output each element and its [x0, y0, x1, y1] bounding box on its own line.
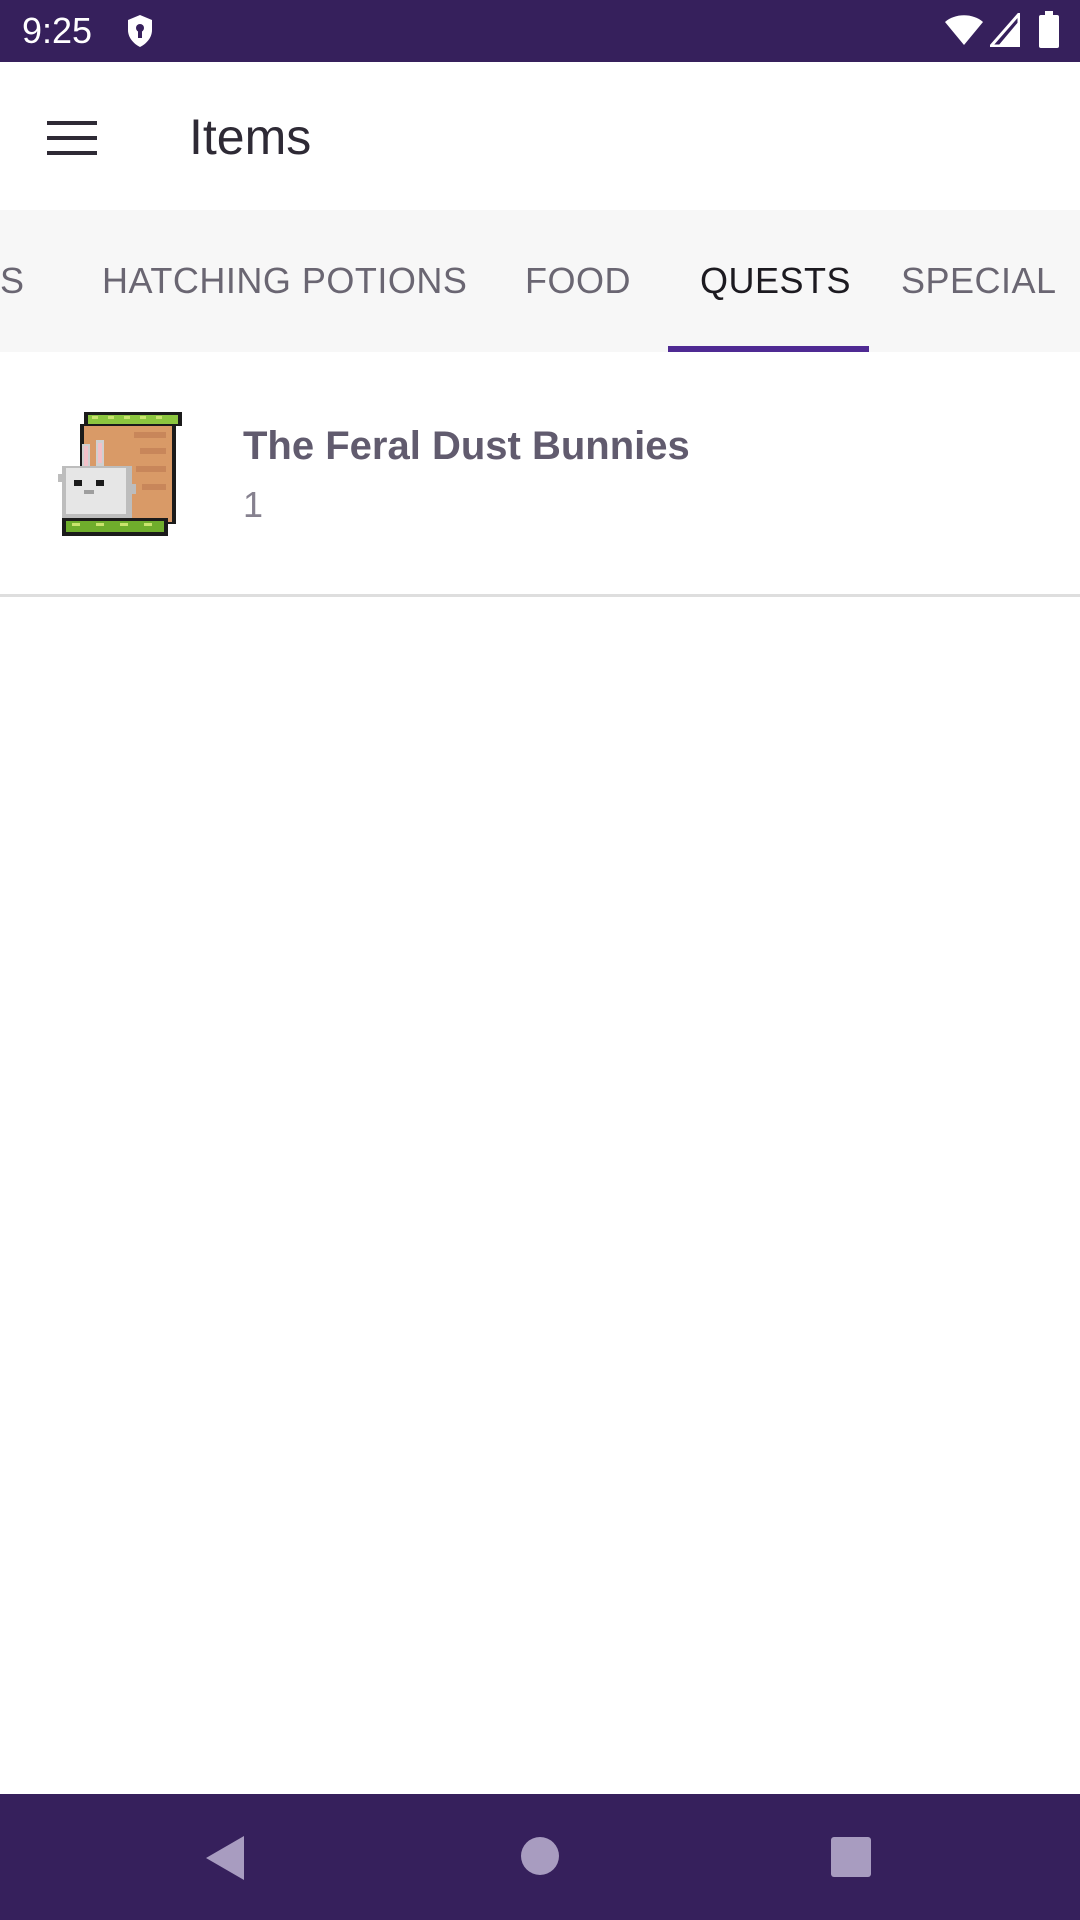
hamburger-menu-icon: [47, 121, 97, 155]
menu-button[interactable]: [36, 102, 108, 174]
item-count: 1: [243, 484, 264, 525]
signal-icon: [990, 13, 1020, 47]
tab-hatching-potions[interactable]: HATCHING POTIONS: [102, 210, 467, 352]
page-title: Items: [189, 109, 312, 165]
status-time: 9:25: [22, 10, 93, 51]
home-icon[interactable]: [520, 1836, 560, 1876]
tab-previous-partial[interactable]: S: [0, 210, 25, 352]
tab-food[interactable]: FOOD: [525, 210, 631, 352]
tab-special[interactable]: SPECIAL: [901, 210, 1057, 352]
battery-icon: [1039, 11, 1059, 48]
quest-scroll-bunny-image: [58, 412, 182, 536]
navigation-bar: [0, 1794, 1080, 1920]
app-bar: Items: [0, 62, 1080, 210]
item-title: The Feral Dust Bunnies: [243, 424, 690, 468]
tab-bar: S HATCHING POTIONS FOOD QUESTS SPECIAL: [0, 210, 1080, 352]
wifi-icon: [945, 15, 983, 45]
recents-icon[interactable]: [830, 1836, 872, 1878]
list-divider: [0, 594, 1080, 597]
list-item[interactable]: The Feral Dust Bunnies 1: [0, 352, 1080, 594]
tab-quests[interactable]: QUESTS: [700, 210, 851, 352]
status-bar: 9:25: [0, 0, 1080, 62]
shield-icon: [128, 15, 152, 47]
back-icon[interactable]: [204, 1834, 248, 1882]
